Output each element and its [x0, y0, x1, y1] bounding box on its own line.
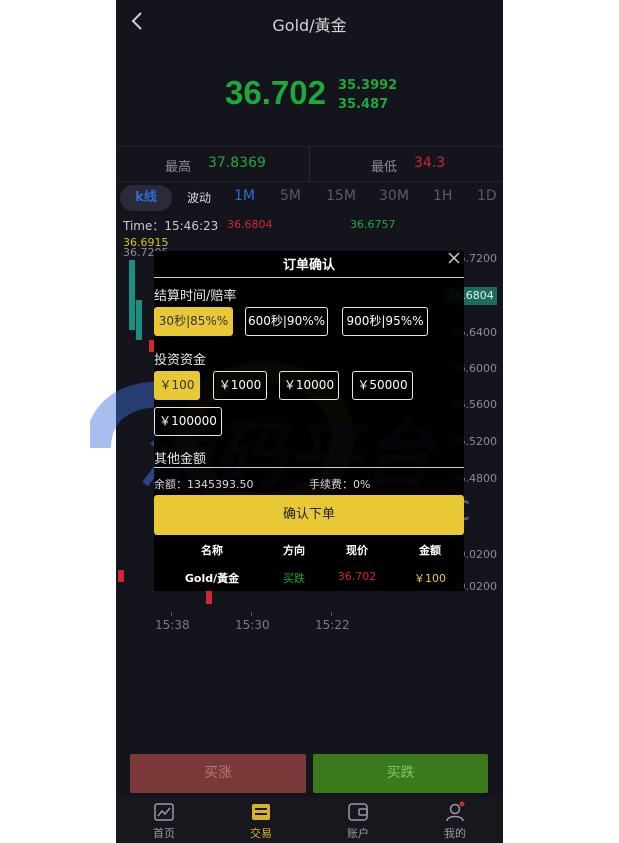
trade-icon [252, 804, 270, 820]
tick-mark [251, 612, 252, 616]
time-tick: 15:30 [235, 618, 270, 632]
section-other-label: 其他金额 [154, 452, 207, 467]
table-header-amount: 金额 [419, 544, 441, 557]
nav-label: 我的 [444, 827, 466, 840]
tab-30m[interactable]: 30M [379, 188, 409, 204]
chart-candle [136, 300, 142, 340]
nav-label: 首页 [153, 827, 175, 840]
timeframe-tabs: k线 波动 1M 5M 15M 30M 1H 1D [116, 184, 503, 212]
high-value: 37.8369 [208, 155, 266, 171]
tab-wave[interactable]: 波动 [174, 185, 224, 211]
order-amount: ￥100 [414, 572, 446, 585]
table-header-price: 现价 [346, 544, 368, 557]
tick-mark [331, 612, 332, 616]
fee-text: 手续费：0% [309, 478, 371, 491]
chart-time: Time：15:46:23 [123, 219, 219, 233]
modal-divider [154, 277, 464, 278]
order-name: Gold/黃金 [184, 572, 240, 585]
balance-text: 余额：1345393.50 [154, 478, 254, 491]
nav-label: 交易 [250, 827, 272, 840]
time-option-30s[interactable]: 30秒|85%% [154, 307, 233, 336]
high-low-row: 最高 37.8369 最低 34.3 [116, 146, 503, 183]
nav-trade[interactable]: 交易 [213, 797, 309, 843]
amount-option-100000[interactable]: ￥100000 [154, 407, 222, 436]
table-header-name: 名称 [201, 544, 223, 557]
nav-label: 账户 [347, 827, 369, 840]
section-time-label: 结算时间/赔率 [154, 289, 237, 304]
amount-option-1000[interactable]: ￥1000 [213, 371, 267, 400]
top-bar: Gold/黃金 [116, 0, 503, 46]
tab-1h[interactable]: 1H [433, 188, 452, 204]
modal-title: 订单确认 [282, 258, 335, 273]
wallet-icon [348, 803, 368, 821]
bottom-nav: 首页 交易 账户 我的 [116, 797, 503, 843]
tab-kline[interactable]: k线 [120, 185, 172, 211]
user-icon [446, 801, 465, 822]
price-sub-low: 35.487 [338, 97, 389, 112]
divider [309, 147, 310, 183]
tab-15m[interactable]: 15M [326, 188, 356, 204]
time-option-600s[interactable]: 600秒|90%% [245, 307, 328, 336]
tab-5m[interactable]: 5M [280, 188, 301, 204]
section-amount-label: 投资资金 [154, 353, 207, 368]
order-direction: 买跌 [283, 572, 305, 585]
high-label: 最高 [165, 160, 192, 175]
table-header-direction: 方向 [283, 544, 305, 557]
buy-rise-button[interactable]: 买涨 [130, 754, 306, 793]
nav-mine[interactable]: 我的 [407, 797, 503, 843]
amount-option-100[interactable]: ￥100 [154, 371, 200, 400]
chart-value-1: 36.6804 [227, 218, 273, 231]
amount-option-10000[interactable]: ￥10000 [279, 371, 339, 400]
confirm-order-button[interactable]: 确认下单 [154, 495, 464, 535]
nav-home[interactable]: 首页 [116, 797, 212, 843]
time-tick: 15:38 [155, 618, 190, 632]
axis-label: 0.0200 [458, 580, 498, 593]
chart-value-2: 36.6757 [350, 218, 396, 231]
tab-1m[interactable]: 1M [234, 188, 255, 204]
low-value: 34.3 [414, 155, 446, 171]
close-icon[interactable] [446, 251, 462, 269]
page-title: Gold/黃金 [272, 16, 347, 35]
low-label: 最低 [371, 160, 398, 175]
order-price: 36.702 [337, 570, 377, 583]
tab-1d[interactable]: 1D [477, 188, 497, 204]
other-amount-input[interactable] [154, 467, 464, 468]
axis-label: 0.0200 [458, 548, 498, 561]
current-price: 36.702 [225, 74, 326, 111]
chart-candle [118, 570, 124, 582]
amount-option-50000[interactable]: ￥50000 [352, 371, 413, 400]
nav-account[interactable]: 账户 [310, 797, 406, 843]
chart-candle [129, 260, 135, 330]
buy-fall-button[interactable]: 买跌 [313, 754, 488, 793]
order-confirm-modal: 订单确认 结算时间/赔率 30秒|85%% 600秒|90%% 900秒|95%… [154, 251, 464, 591]
time-tick: 15:22 [315, 618, 350, 632]
time-option-900s[interactable]: 900秒|95%% [342, 307, 428, 336]
price-sub-high: 35.3992 [338, 78, 398, 93]
chart-icon [154, 803, 174, 821]
chart-candle [206, 590, 212, 604]
tick-mark [171, 612, 172, 616]
